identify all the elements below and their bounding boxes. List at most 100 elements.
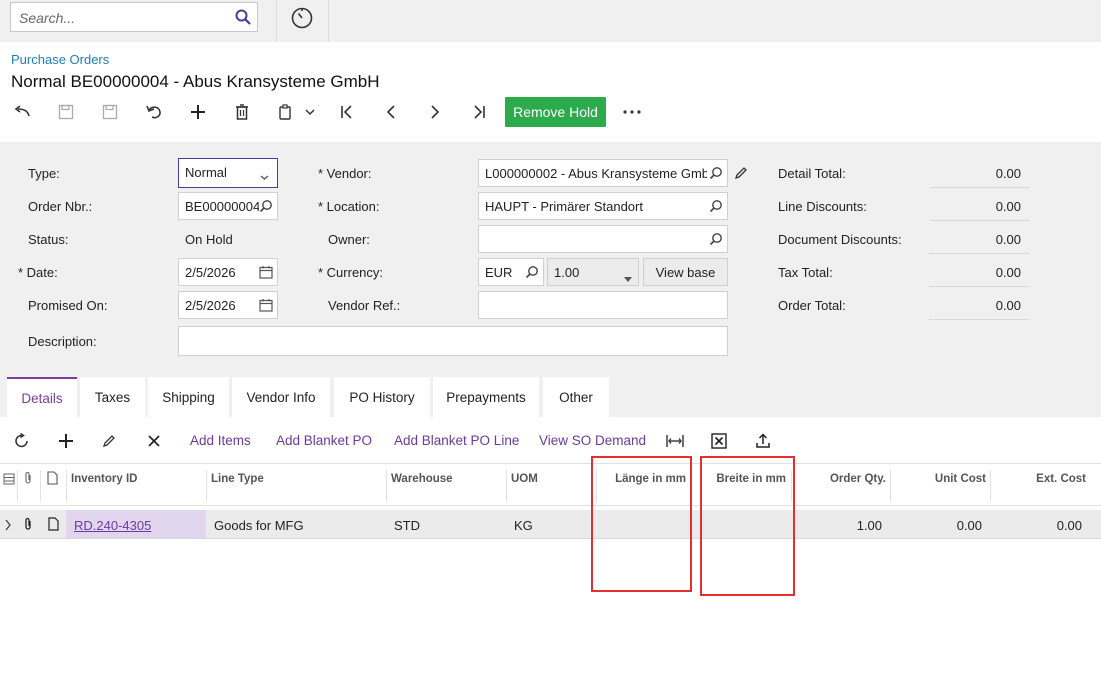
note-icon [47, 471, 58, 490]
save-icon[interactable] [98, 101, 122, 123]
tab-other[interactable]: Other [543, 377, 609, 417]
chevron-right-icon[interactable] [4, 518, 12, 536]
location-label: * Location: [318, 199, 380, 214]
vendor-field[interactable]: L000000002 - Abus Kransysteme GmbH [478, 159, 728, 187]
previous-record-icon[interactable] [379, 101, 403, 123]
tab-shipping[interactable]: Shipping [148, 377, 229, 417]
save-close-icon[interactable] [54, 101, 78, 123]
search-icon[interactable] [525, 265, 539, 282]
column-header-order-qty[interactable]: Order Qty. [791, 473, 886, 485]
line-discounts-value: 0.00 [995, 199, 1021, 214]
chevron-down-icon[interactable] [260, 169, 269, 184]
unit-cost-cell[interactable]: 0.00 [890, 518, 982, 533]
order-nbr-field[interactable]: BE00000004 [178, 192, 278, 220]
undo-icon[interactable] [142, 101, 166, 123]
uom-cell[interactable]: KG [514, 518, 533, 533]
column-header-ext-cost[interactable]: Ext. Cost [990, 473, 1086, 485]
search-icon[interactable] [709, 232, 723, 249]
delete-row-icon[interactable] [147, 434, 161, 453]
note-icon[interactable] [48, 517, 59, 536]
tab-taxes[interactable]: Taxes [80, 377, 145, 417]
vendor-label: * Vendor: [318, 166, 372, 181]
currency-rate-select[interactable]: 1.00 [547, 258, 639, 286]
add-blanket-po-line-button[interactable]: Add Blanket PO Line [394, 433, 519, 448]
first-record-icon[interactable] [335, 101, 359, 123]
back-icon[interactable] [10, 101, 34, 123]
remove-hold-button[interactable]: Remove Hold [505, 97, 606, 127]
tax-total-value: 0.00 [995, 265, 1021, 280]
topbar-divider [328, 0, 329, 42]
vendor-value: L000000002 - Abus Kransysteme GmbH [485, 166, 707, 181]
delete-icon[interactable] [230, 101, 254, 123]
breadcrumb[interactable]: Purchase Orders [11, 52, 109, 67]
order-nbr-value: BE00000004 [185, 199, 261, 214]
add-row-icon[interactable] [58, 433, 74, 454]
search-icon[interactable] [259, 199, 273, 216]
attachment-icon[interactable] [23, 517, 33, 536]
view-so-demand-button[interactable]: View SO Demand [539, 433, 646, 448]
order-qty-cell[interactable]: 1.00 [791, 518, 882, 533]
search-icon[interactable] [235, 9, 251, 30]
column-header-inventory-id[interactable]: Inventory ID [71, 473, 137, 485]
grid-divider [206, 470, 207, 502]
edit-vendor-icon[interactable] [734, 166, 748, 185]
divider [929, 187, 1029, 188]
search-icon[interactable] [709, 199, 723, 216]
copy-paste-icon[interactable] [274, 101, 298, 123]
fit-columns-icon[interactable] [666, 434, 684, 453]
ext-cost-cell[interactable]: 0.00 [990, 518, 1082, 533]
calendar-icon[interactable] [259, 298, 273, 315]
highlight-box-laenge [591, 456, 692, 592]
add-icon[interactable] [186, 101, 210, 123]
owner-field[interactable] [478, 225, 728, 253]
next-record-icon[interactable] [423, 101, 447, 123]
export-excel-icon[interactable] [711, 433, 727, 454]
promised-on-value: 2/5/2026 [185, 298, 236, 313]
column-header-line-type[interactable]: Line Type [211, 473, 264, 485]
description-field[interactable] [178, 326, 728, 356]
chevron-down-icon[interactable] [298, 101, 322, 123]
tab-details[interactable]: Details [7, 377, 77, 417]
view-base-button[interactable]: View base [643, 258, 728, 286]
tab-prepayments[interactable]: Prepayments [433, 377, 539, 417]
detail-total-value: 0.00 [995, 166, 1021, 181]
column-header-unit-cost[interactable]: Unit Cost [890, 473, 986, 485]
line-type-cell[interactable]: Goods for MFG [214, 518, 304, 533]
location-field[interactable]: HAUPT - Primärer Standort [478, 192, 728, 220]
edit-row-icon[interactable] [102, 434, 116, 453]
search-icon[interactable] [709, 166, 723, 183]
warehouse-cell[interactable]: STD [394, 518, 420, 533]
column-header-warehouse[interactable]: Warehouse [391, 473, 453, 485]
date-label: * Date: [18, 265, 58, 280]
add-items-button[interactable]: Add Items [190, 433, 251, 448]
description-label: Description: [28, 334, 97, 349]
search-box[interactable] [10, 2, 258, 32]
recent-history-icon[interactable] [290, 6, 314, 35]
type-select[interactable]: Normal [178, 158, 278, 188]
currency-field[interactable]: EUR [478, 258, 544, 286]
tab-po-history[interactable]: PO History [334, 377, 430, 417]
last-record-icon[interactable] [467, 101, 491, 123]
date-field[interactable]: 2/5/2026 [178, 258, 278, 286]
inventory-id-link[interactable]: RD.240-4305 [74, 518, 151, 533]
divider [929, 286, 1029, 287]
grid-divider [40, 470, 41, 502]
caret-down-icon[interactable] [624, 270, 632, 285]
upload-icon[interactable] [755, 433, 771, 454]
promised-on-field[interactable]: 2/5/2026 [178, 291, 278, 319]
tab-vendor-info[interactable]: Vendor Info [232, 377, 330, 417]
more-icon[interactable] [620, 101, 644, 123]
vendor-ref-field[interactable] [478, 291, 728, 319]
grid-divider [17, 470, 18, 502]
refresh-icon[interactable] [14, 432, 30, 454]
currency-label: * Currency: [318, 265, 384, 280]
order-nbr-label: Order Nbr.: [28, 199, 93, 214]
promised-on-label: Promised On: [28, 298, 108, 313]
search-input[interactable] [17, 4, 231, 32]
add-blanket-po-button[interactable]: Add Blanket PO [276, 433, 372, 448]
grid-divider [66, 470, 67, 502]
calendar-icon[interactable] [259, 265, 273, 282]
column-header-uom[interactable]: UOM [511, 473, 538, 485]
row-selector-icon[interactable] [3, 472, 15, 490]
currency-rate-value: 1.00 [554, 265, 580, 280]
